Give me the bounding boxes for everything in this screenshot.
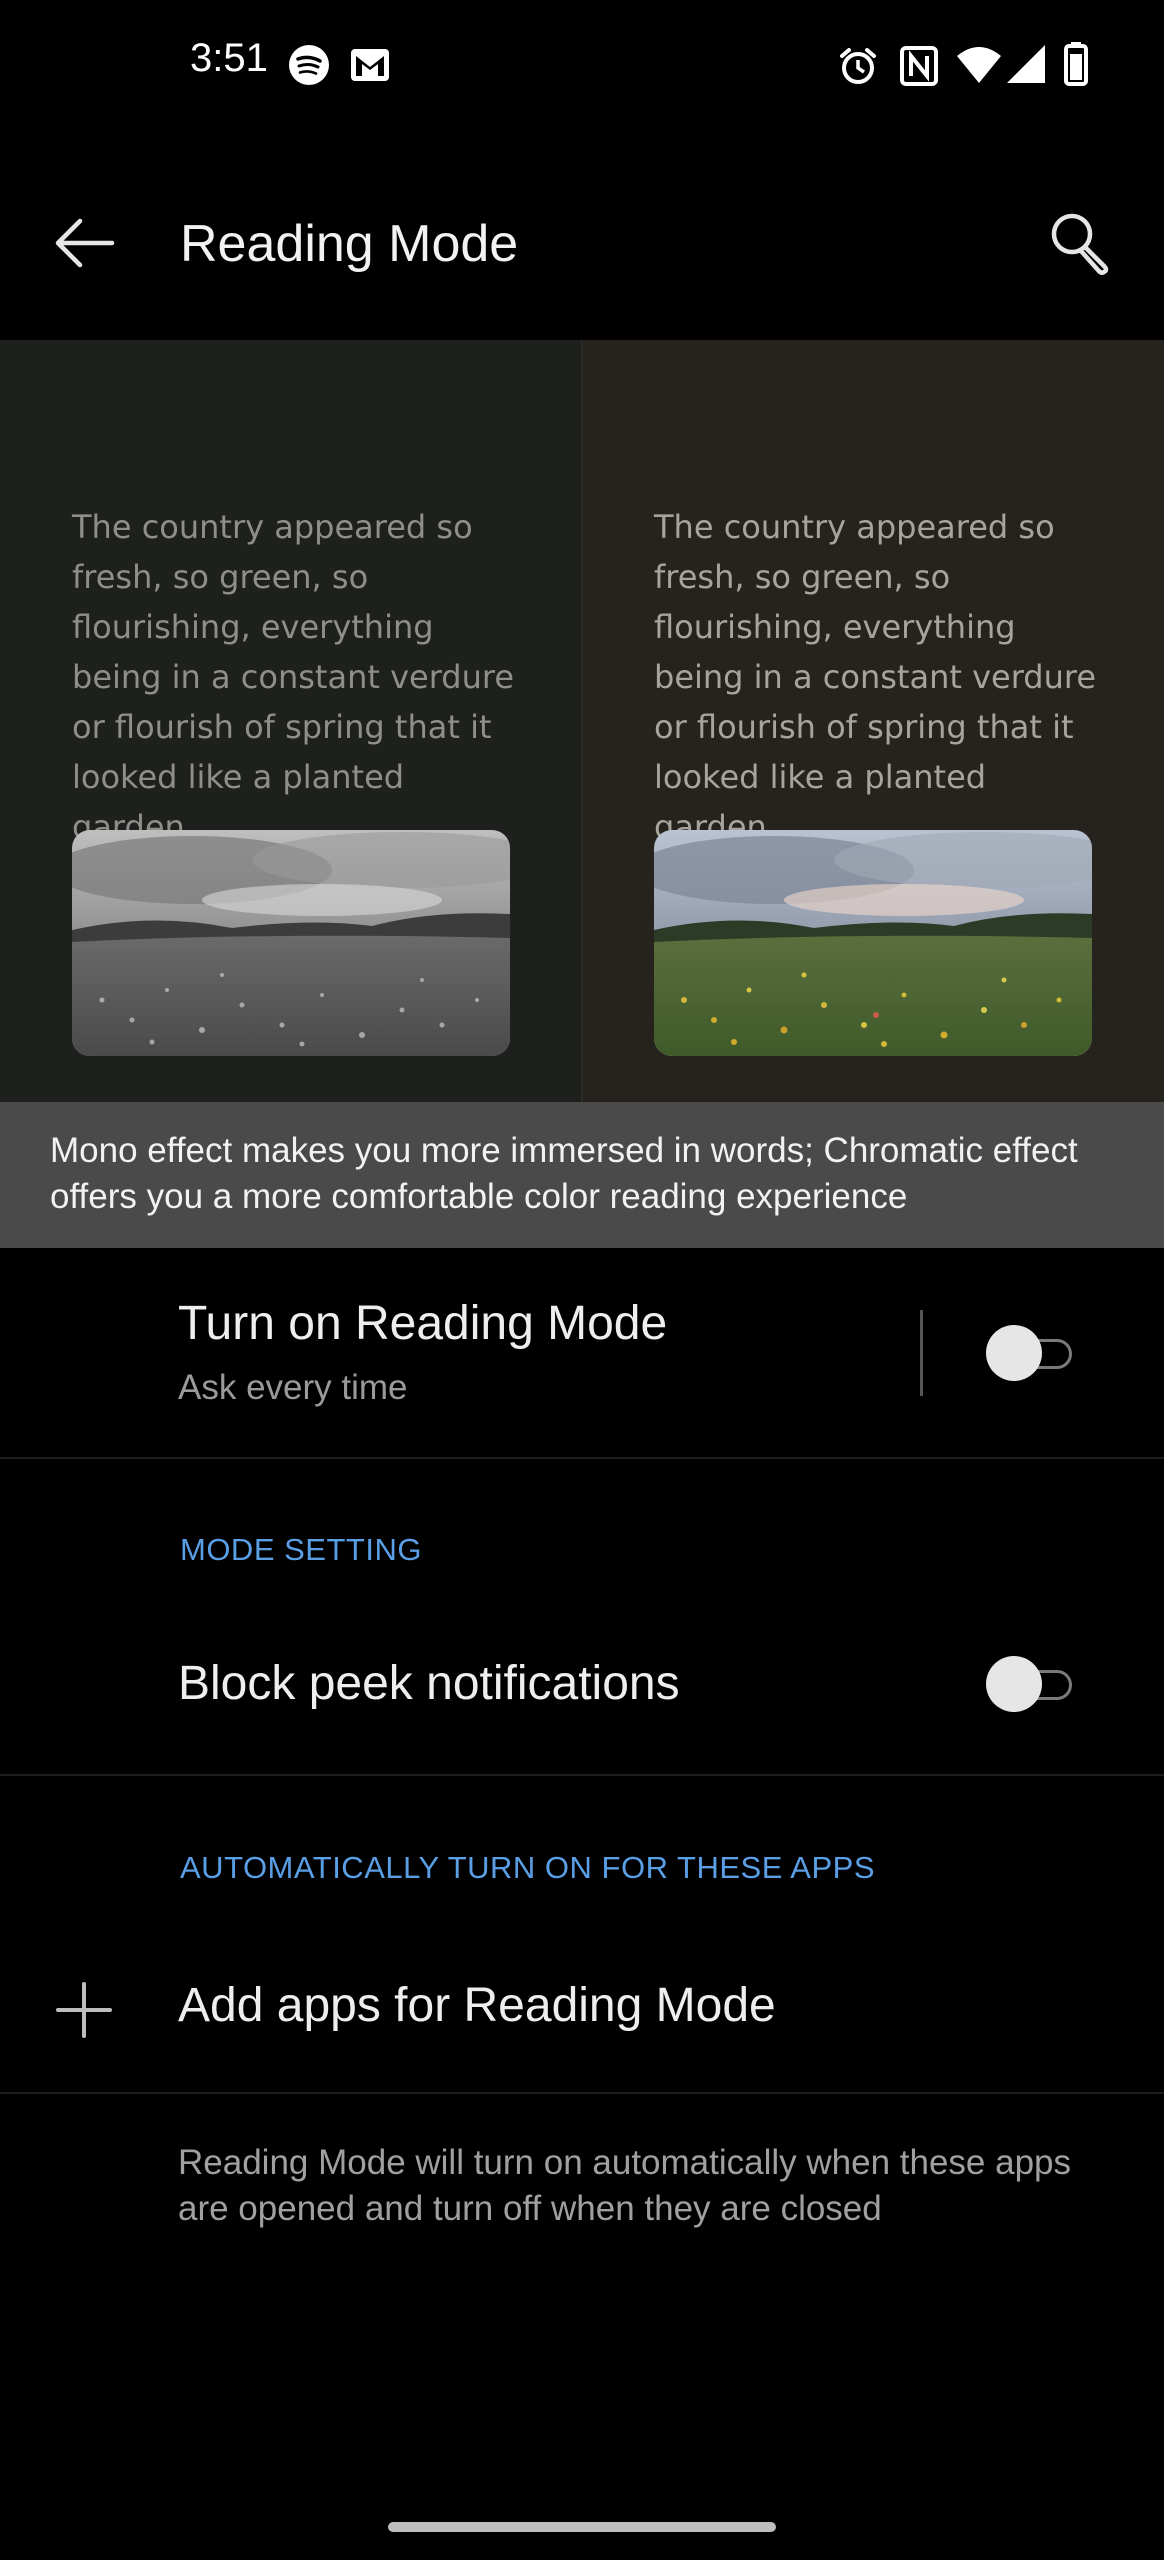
auto-apps-note: Reading Mode will turn on automatically …	[178, 2143, 1072, 2228]
status-bar: 3:51	[0, 0, 1164, 130]
preview-divider	[581, 340, 583, 1102]
chromatic-sample-text: The country appeared so fresh, so green,…	[654, 508, 1097, 846]
search-button[interactable]	[1034, 198, 1124, 288]
block-peek-notifications-row[interactable]: Block peek notifications	[0, 1620, 1164, 1774]
divider	[0, 2092, 1164, 2094]
toggle-thumb	[986, 1325, 1042, 1381]
add-apps-row[interactable]: Add apps for Reading Mode	[0, 1934, 1164, 2092]
auto-apps-header: AUTOMATICALLY TURN ON FOR THESE APPS	[180, 1850, 875, 1885]
reading-mode-toggle[interactable]	[986, 1323, 1082, 1383]
toolbar: Reading Mode	[0, 170, 1164, 320]
battery-icon	[1064, 42, 1088, 86]
page-title: Reading Mode	[180, 215, 519, 273]
status-time: 3:51	[190, 36, 268, 80]
mono-landscape-image	[72, 830, 510, 1056]
turn-on-reading-mode-row[interactable]: Turn on Reading Mode Ask every time	[0, 1248, 1164, 1458]
wifi-icon	[957, 47, 1001, 83]
effect-description: Mono effect makes you more immersed in w…	[0, 1102, 1164, 1248]
screen: 3:51 Reading Mode The country appeared s…	[0, 0, 1164, 2560]
alarm-icon	[840, 48, 876, 84]
toggle-thumb	[986, 1656, 1042, 1712]
mode-setting-header: MODE SETTING	[180, 1532, 422, 1567]
search-icon	[1051, 213, 1109, 275]
divider	[0, 1774, 1164, 1776]
mono-preview-pane: The country appeared so fresh, so green,…	[0, 340, 582, 1102]
add-apps-label: Add apps for Reading Mode	[178, 1979, 776, 2032]
plus-icon	[56, 1982, 112, 2038]
reading-mode-title: Turn on Reading Mode	[178, 1297, 668, 1350]
gmail-icon	[351, 49, 389, 81]
divider	[0, 1457, 1164, 1459]
reading-mode-subtitle: Ask every time	[178, 1368, 408, 1407]
block-peek-toggle[interactable]	[986, 1654, 1082, 1714]
mono-sample-text: The country appeared so fresh, so green,…	[72, 508, 515, 846]
arrow-left-icon	[55, 218, 115, 268]
chromatic-landscape-image	[654, 830, 1092, 1056]
home-indicator[interactable]	[388, 2522, 776, 2532]
block-peek-title: Block peek notifications	[178, 1657, 680, 1710]
nfc-icon	[900, 46, 938, 86]
row-separator	[920, 1310, 923, 1396]
chromatic-preview-pane: The country appeared so fresh, so green,…	[582, 340, 1164, 1102]
back-button[interactable]	[40, 198, 130, 288]
spotify-icon	[289, 45, 329, 85]
signal-icon	[1007, 45, 1045, 83]
reading-mode-preview: The country appeared so fresh, so green,…	[0, 340, 1164, 1102]
